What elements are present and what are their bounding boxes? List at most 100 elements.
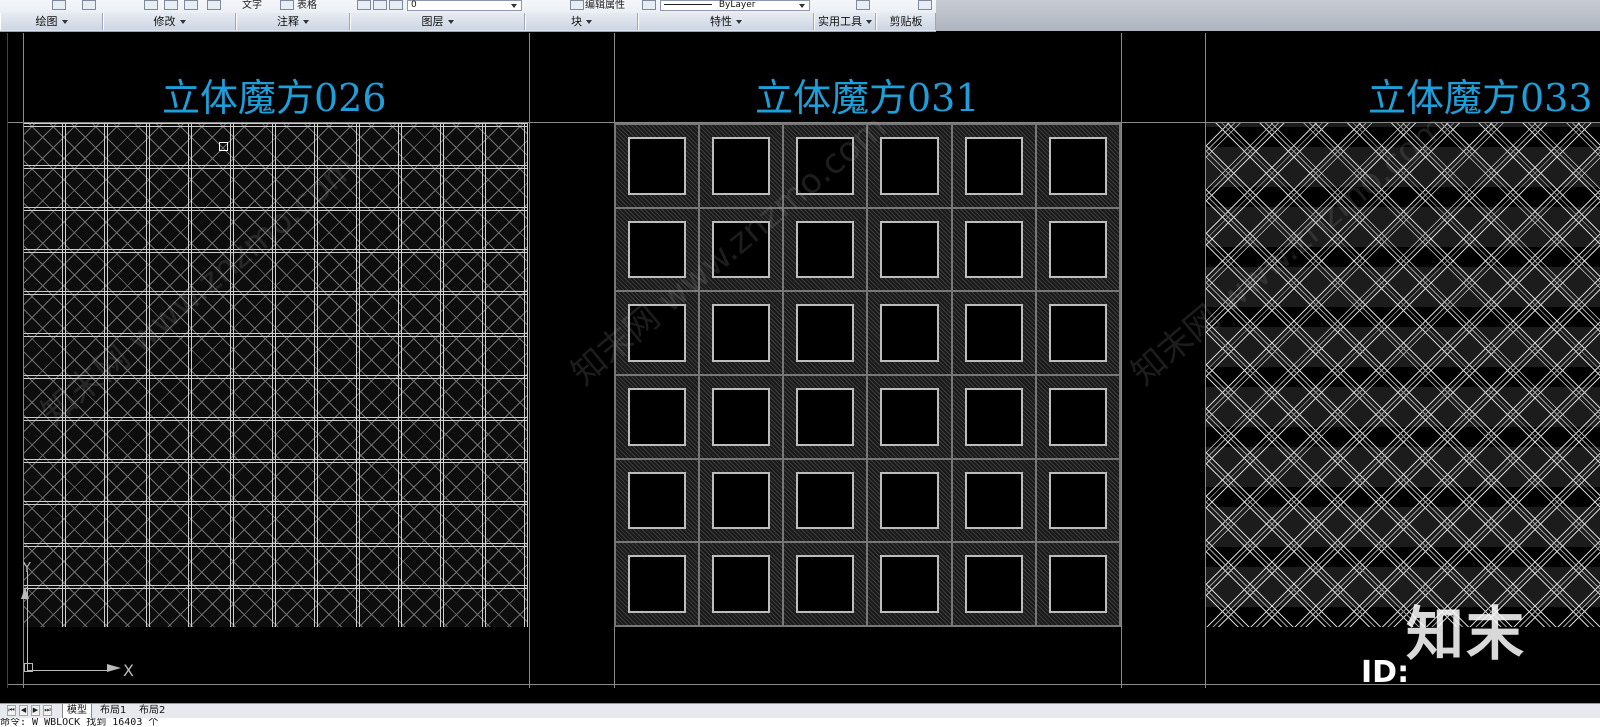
frame-line-v2 [529, 33, 530, 688]
next-tab-icon[interactable]: ▶ [31, 705, 40, 716]
chevron-down-icon [511, 4, 517, 8]
panel-block-label: 块 [571, 15, 582, 28]
grid-icon[interactable] [184, 0, 198, 10]
panel-cell [615, 124, 700, 208]
panel-cell [699, 291, 784, 375]
draw-tool-icon[interactable] [82, 0, 96, 10]
layer-lock-icon[interactable] [389, 0, 403, 10]
line-sample [664, 4, 712, 5]
panel-properties-label: 特性 [710, 15, 732, 28]
panel-title-033: 立体魔方033 [1368, 76, 1593, 120]
panel-cell [867, 207, 952, 292]
panel-cell [867, 291, 952, 375]
ribbon-empty-area [936, 0, 1600, 31]
panel-utilities-label: 实用工具 [818, 15, 862, 28]
panel-cell [1035, 458, 1120, 543]
panel-modify-label: 修改 [153, 15, 176, 28]
chevron-down-icon [799, 4, 805, 8]
linetype-icon[interactable] [642, 0, 656, 10]
chevron-down-icon [736, 20, 742, 24]
panel-cell [1035, 374, 1120, 459]
panel-cell [951, 374, 1036, 459]
panel-cell [1035, 124, 1120, 208]
command-line[interactable]: 命令: W WBLOCK 找到 16403 个 [0, 718, 1600, 727]
linetype-select[interactable]: ByLayer [660, 0, 810, 11]
pattern-panel-031[interactable] [614, 123, 1121, 627]
layout-tab-bar: ⏮ ◀ ▶ ⏭ 模型 布局1 布局2 [0, 703, 1600, 718]
panel-cell [699, 542, 784, 626]
panel-clipboard-label: 剪贴板 [889, 15, 923, 28]
ucs-y-axis [27, 571, 28, 671]
panel-utilities[interactable]: 实用工具 [814, 13, 876, 30]
ucs-x-arrow [107, 664, 121, 672]
panel-cell [951, 291, 1036, 375]
panel-draw-label: 绘图 [35, 15, 58, 28]
chevron-down-icon [179, 20, 186, 24]
drawing-canvas[interactable]: 立体魔方026 立体魔方031 立体魔方033 知末网 www.znzmo.co… [7, 33, 1600, 688]
panel-cell [783, 542, 868, 626]
prev-tab-icon[interactable]: ◀ [19, 705, 28, 716]
tab-layout1[interactable]: 布局1 [96, 704, 130, 718]
chevron-down-icon [586, 20, 592, 24]
table-icon[interactable] [280, 0, 294, 10]
panel-cell [867, 374, 952, 459]
array-icon[interactable] [164, 0, 178, 10]
panel-cell [1035, 291, 1120, 375]
layer-select[interactable]: 0 [407, 0, 522, 11]
panel-cell [783, 374, 868, 459]
pickbox-cursor [219, 142, 228, 151]
pattern-panel-033[interactable] [1206, 123, 1600, 627]
ucs-origin-box [24, 663, 33, 672]
chevron-down-icon [61, 20, 68, 24]
chevron-down-icon [866, 20, 872, 24]
panel-draw[interactable]: 绘图 [0, 13, 103, 30]
panel-cell [951, 542, 1036, 626]
command-line-text: 命令: W WBLOCK 找到 16403 个 [0, 718, 159, 727]
panel-layers[interactable]: 图层 [350, 13, 525, 30]
panel-cell [867, 542, 952, 626]
panel-block[interactable]: 块 [525, 13, 638, 30]
panel-cell [783, 291, 868, 375]
panel-cell [699, 374, 784, 459]
watermark-id: ID: 896288342 [1361, 655, 1410, 688]
linetype-select-value: ByLayer [718, 0, 756, 10]
panel-cell [615, 458, 700, 543]
rectangle-icon[interactable] [207, 0, 221, 10]
ucs-y-arrow [21, 587, 29, 599]
panel-clipboard[interactable]: 剪贴板 [876, 13, 936, 30]
panel-cell [1035, 207, 1120, 292]
chevron-down-icon [303, 20, 309, 24]
panel-annotate[interactable]: 注释 [236, 13, 350, 30]
paste-icon[interactable] [918, 0, 932, 10]
layer-select-value: 0 [411, 0, 417, 10]
panel-cell [951, 207, 1036, 292]
first-tab-icon[interactable]: ⏮ [7, 705, 16, 716]
chevron-down-icon [447, 20, 454, 24]
sun-icon[interactable] [373, 0, 387, 10]
panel-cell [615, 374, 700, 459]
ribbon: 文字 表格 0 编辑属性 ByLayer 绘图 修改 注释 图层 块 特性 实用… [0, 0, 936, 32]
edit-attribute-icon[interactable] [570, 0, 584, 10]
ucs-x-axis [27, 670, 107, 671]
panel-modify[interactable]: 修改 [103, 13, 236, 30]
panel-cell [1035, 542, 1120, 626]
lightbulb-icon[interactable] [357, 0, 371, 10]
edit-pencil-icon[interactable] [144, 0, 158, 10]
panel-annotate-label: 注释 [277, 15, 299, 28]
calculator-icon[interactable] [856, 0, 870, 10]
visibility-icon[interactable] [52, 0, 66, 10]
edit-attribute-label[interactable]: 编辑属性 [585, 0, 640, 12]
ucs-x-label: X [123, 661, 134, 680]
ucs-icon: Y X [21, 561, 134, 680]
last-tab-icon[interactable]: ⏭ [43, 705, 52, 716]
panel-properties[interactable]: 特性 [638, 13, 814, 30]
panel-cell [615, 542, 700, 626]
panel-layers-label: 图层 [421, 15, 444, 28]
panel-cell [867, 458, 952, 543]
tab-layout2[interactable]: 布局2 [135, 704, 169, 718]
text-tool-label[interactable]: 文字 [242, 0, 282, 12]
table-tool-label[interactable]: 表格 [297, 0, 337, 12]
panel-cell [951, 124, 1036, 208]
tab-model[interactable]: 模型 [62, 704, 92, 718]
panel-cell [783, 458, 868, 543]
